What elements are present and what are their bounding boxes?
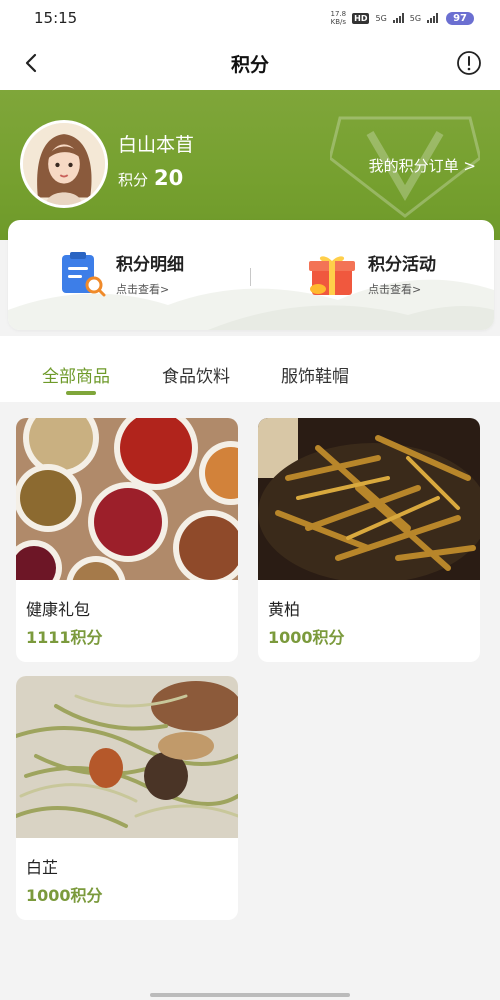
clipboard-search-icon: [62, 251, 106, 296]
home-indicator[interactable]: [150, 993, 350, 997]
profile-header: 白山本苜 积分 20 我的积分订单 >: [0, 90, 500, 240]
product-card-huangbai[interactable]: 黄柏 1000积分: [258, 418, 480, 662]
points-detail-text: 积分明细 点击查看>: [116, 250, 184, 297]
avatar-portrait-icon: [23, 123, 105, 205]
points-activity-button[interactable]: 积分活动 点击查看>: [306, 250, 436, 297]
points-actions-card: 积分明细 点击查看> 积分活动 点击查看>: [8, 220, 494, 330]
network-type-1: 5G: [375, 13, 387, 23]
points-detail-title: 积分明细: [116, 255, 184, 275]
hd-badge-icon: HD: [352, 12, 370, 24]
points-detail-button[interactable]: 积分明细 点击查看>: [58, 250, 184, 297]
product-price: 1000积分: [268, 628, 345, 647]
signal-icon-2: [427, 13, 439, 23]
product-image-huangbai: [258, 418, 480, 580]
network-type-2: 5G: [409, 13, 422, 23]
points-value: 20: [154, 166, 184, 190]
tab-clothing[interactable]: 服饰鞋帽: [281, 362, 349, 387]
points-label: 积分: [118, 171, 149, 189]
status-bar: 15:15 17.8 KB/s HD 5G 5G 97: [0, 0, 500, 36]
network-speed: 17.8 KB/s: [331, 10, 347, 26]
avatar[interactable]: [20, 120, 108, 208]
battery-icon: 97: [446, 11, 474, 25]
product-name: 健康礼包: [26, 600, 91, 619]
user-name: 白山本苜: [118, 134, 195, 156]
signal-icon: [392, 13, 404, 23]
active-tab-indicator: [66, 391, 96, 395]
product-name: 黄柏: [268, 600, 301, 619]
back-chevron-icon[interactable]: [20, 51, 44, 75]
product-card-health-gift[interactable]: 健康礼包 1111积分: [16, 418, 238, 662]
points-row: 积分 20: [118, 166, 183, 190]
status-icons: 17.8 KB/s HD 5G 5G 97: [331, 10, 474, 26]
product-image-baizhi: [16, 676, 238, 838]
product-price: 1111积分: [26, 628, 103, 647]
product-card-baizhi[interactable]: 白芷 1000积分: [16, 676, 238, 920]
tab-food-drinks[interactable]: 食品饮料: [162, 362, 230, 387]
page-title: 积分: [230, 53, 269, 76]
card-divider: [250, 268, 251, 286]
points-activity-subtitle: 点击查看>: [368, 283, 422, 296]
product-name: 白芷: [26, 858, 59, 877]
tab-all-products[interactable]: 全部商品: [42, 362, 110, 387]
points-activity-text: 积分活动 点击查看>: [368, 250, 436, 297]
network-speed-unit: KB/s: [330, 18, 347, 26]
product-price: 1000积分: [26, 886, 103, 905]
points-activity-title: 积分活动: [368, 255, 436, 275]
gift-box-icon: [309, 255, 355, 295]
my-points-orders-link[interactable]: 我的积分订单 >: [369, 155, 476, 176]
network-speed-value: 17.8: [330, 10, 347, 18]
category-tabs: 全部商品 食品饮料 服饰鞋帽: [0, 336, 500, 402]
nav-bar: 积分: [0, 36, 500, 90]
info-circle-icon[interactable]: [456, 50, 482, 76]
product-image-health-gift: [16, 418, 238, 580]
points-detail-subtitle: 点击查看>: [116, 283, 170, 296]
status-time: 15:15: [34, 9, 78, 27]
